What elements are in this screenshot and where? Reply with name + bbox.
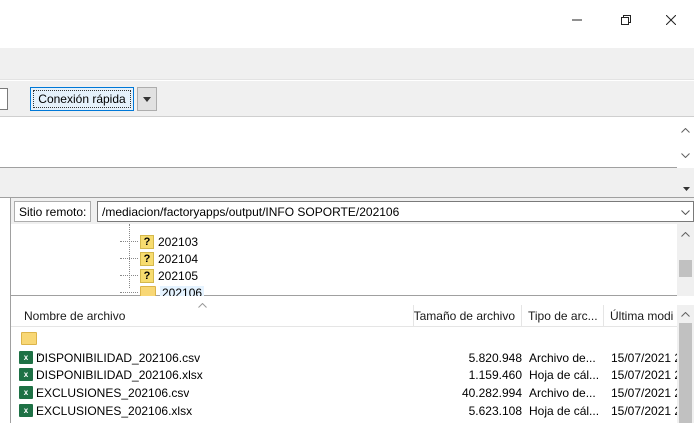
- scroll-down-icon[interactable]: [677, 147, 694, 164]
- file-row[interactable]: x DISPONIBILIDAD_202106.csv 5.820.948 Ar…: [11, 349, 681, 366]
- message-log: [0, 118, 694, 168]
- close-icon: [666, 15, 676, 25]
- quickconnect-button[interactable]: Conexión rápida: [30, 87, 134, 111]
- file-name: DISPONIBILIDAD_202106.xlsx: [36, 367, 203, 382]
- file-row[interactable]: x DISPONIBILIDAD_202106.xlsx 1.159.460 H…: [11, 366, 681, 383]
- file-modified: 15/07/2021 2: [611, 350, 681, 365]
- file-modified: 15/07/2021 2: [611, 367, 681, 382]
- minimize-button[interactable]: [554, 0, 600, 40]
- message-log-scrollbar[interactable]: [677, 118, 694, 168]
- file-row-parent[interactable]: [11, 330, 681, 347]
- excel-icon: x: [19, 351, 33, 364]
- close-button[interactable]: [648, 0, 694, 40]
- question-folder-icon: ?: [140, 268, 154, 283]
- file-name: DISPONIBILIDAD_202106.csv: [36, 350, 201, 365]
- quickconnect-history-dropdown[interactable]: [137, 87, 157, 111]
- file-type: Archivo de...: [529, 350, 596, 365]
- column-header-size[interactable]: Tamaño de archivo: [414, 305, 522, 327]
- file-name: EXCLUSIONES_202106.xlsx: [36, 403, 193, 418]
- excel-icon: x: [19, 386, 33, 399]
- column-header-modified[interactable]: Última modi: [604, 305, 677, 327]
- scroll-up-icon[interactable]: [677, 306, 694, 323]
- pane-splitter[interactable]: [0, 168, 694, 198]
- triangle-down-icon: [683, 180, 690, 194]
- column-header-type[interactable]: Tipo de arc...: [522, 305, 604, 327]
- excel-icon: x: [19, 404, 33, 417]
- minimize-icon: [572, 19, 582, 21]
- file-type: Hoja de cál...: [529, 367, 600, 382]
- remote-path-text: /mediacion/factoryapps/output/INFO SOPOR…: [102, 204, 400, 219]
- file-size: 1.159.460: [468, 367, 522, 382]
- column-header-name[interactable]: Nombre de archivo: [18, 305, 414, 327]
- remote-directory-tree: [10, 224, 694, 296]
- file-row[interactable]: x EXCLUSIONES_202106.xlsx 5.623.108 Hoja…: [11, 402, 681, 419]
- tree-item[interactable]: ? 202104: [120, 250, 198, 267]
- file-type: Archivo de...: [529, 385, 596, 400]
- restore-button[interactable]: [603, 0, 649, 40]
- remote-path-input[interactable]: /mediacion/factoryapps/output/INFO SOPOR…: [97, 201, 694, 222]
- question-folder-icon: ?: [140, 251, 154, 266]
- tree-item[interactable]: ? 202105: [120, 267, 198, 284]
- file-type: Hoja de cál...: [529, 403, 600, 418]
- menu-bar: [0, 48, 694, 80]
- tree-item[interactable]: ? 202103: [120, 233, 198, 250]
- file-modified: 15/07/2021 2: [611, 385, 681, 400]
- file-modified: 15/07/2021 2: [611, 403, 681, 418]
- chevron-down-icon: [143, 96, 151, 102]
- chevron-down-icon[interactable]: [681, 204, 690, 218]
- file-size: 40.282.994: [461, 385, 522, 400]
- file-name: EXCLUSIONES_202106.csv: [36, 385, 190, 400]
- quickconnect-port-field[interactable]: [0, 88, 8, 110]
- question-folder-icon: ?: [140, 234, 154, 249]
- restore-icon: [621, 15, 631, 25]
- scroll-up-icon[interactable]: [677, 226, 694, 243]
- file-list-scrollbar-thumb[interactable]: [679, 323, 692, 423]
- quickconnect-button-label: Conexión rápida: [33, 90, 131, 108]
- tree-scrollbar-thumb[interactable]: [679, 260, 692, 277]
- file-size: 5.623.108: [468, 403, 522, 418]
- remote-site-label: Sitio remoto:: [14, 201, 92, 222]
- scroll-up-icon[interactable]: [677, 122, 694, 139]
- excel-icon: x: [19, 368, 33, 381]
- folder-icon: [21, 332, 37, 345]
- file-size: 5.820.948: [468, 350, 522, 365]
- file-row[interactable]: x EXCLUSIONES_202106.csv 40.282.994 Arch…: [11, 384, 681, 401]
